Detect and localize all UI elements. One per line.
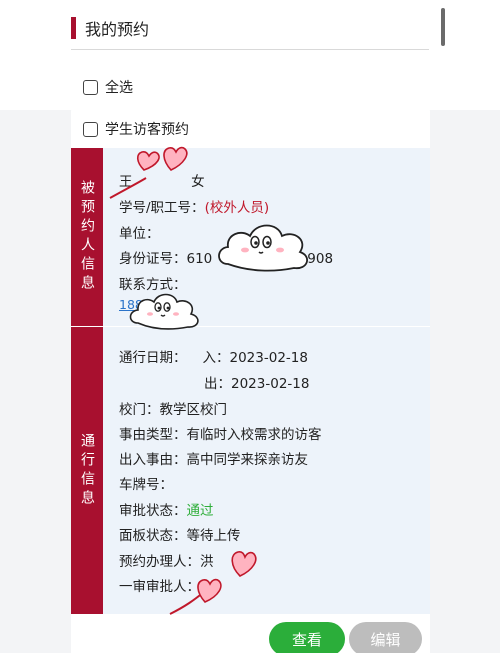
reservation-type-label: 学生访客预约 xyxy=(105,122,189,138)
page: 我的预约 全选 学生访客预约 被预约人信息 通行信息 王 女 学号/职工号：(校… xyxy=(0,0,500,653)
visitor-id-label: 学号/职工号： xyxy=(119,200,205,216)
cloud-face-sticker xyxy=(218,224,308,272)
pass-exit-row: 出：2023-02-18 xyxy=(204,372,309,392)
pass-reason-label: 出入事由： xyxy=(119,452,187,468)
visitor-unit-label: 单位： xyxy=(119,226,160,242)
pass-approval-status: 通过 xyxy=(186,503,214,519)
section-header: 我的预约 xyxy=(71,16,149,40)
select-all-label: 全选 xyxy=(105,80,133,96)
pass-panel-label: 面板状态： xyxy=(119,528,187,544)
pass-panel-value: 等待上传 xyxy=(186,528,241,544)
pass-exit-date: 2023-02-18 xyxy=(231,376,310,392)
page-title: 我的预约 xyxy=(85,20,150,39)
pass-gate-label: 校门： xyxy=(119,402,160,418)
visitor-unit-row: 单位： xyxy=(119,222,160,242)
card-select-row[interactable]: 学生访客预约 xyxy=(83,119,189,139)
visitor-idcard-prefix: 610 xyxy=(186,251,213,267)
divider xyxy=(71,49,429,50)
title-accent-bar xyxy=(71,17,76,39)
cloud-face-sticker xyxy=(129,293,199,330)
visitor-section-label: 被预约人信息 xyxy=(79,180,95,294)
pass-approval-row: 审批状态：通过 xyxy=(119,499,214,519)
visitor-idcard-label: 身份证号： xyxy=(119,251,187,267)
pass-reason-type-row: 事由类型：有临时入校需求的访客 xyxy=(119,423,322,443)
pass-section-label: 通行信息 xyxy=(79,432,95,509)
pass-section-tab: 通行信息 xyxy=(71,327,103,614)
pass-plate-label: 车牌号： xyxy=(119,477,173,493)
visitor-gender: 女 xyxy=(191,174,205,190)
pass-reason-value: 高中同学来探亲访友 xyxy=(186,452,309,468)
visitor-section-tab: 被预约人信息 xyxy=(71,148,103,326)
card-checkbox[interactable] xyxy=(83,121,98,137)
pass-exit-label: 出： xyxy=(204,376,231,392)
pass-panel-row: 面板状态：等待上传 xyxy=(119,524,241,544)
edit-button[interactable]: 编辑 xyxy=(349,622,422,653)
pass-entry-date: 2023-02-18 xyxy=(229,350,308,366)
pass-reason-type-value: 有临时入校需求的访客 xyxy=(186,427,322,443)
view-button[interactable]: 查看 xyxy=(269,622,345,653)
pass-gate-row: 校门：教学区校门 xyxy=(119,398,227,418)
scrollbar[interactable] xyxy=(441,8,445,46)
pass-reason-type-label: 事由类型： xyxy=(119,427,187,443)
pass-reason-row: 出入事由：高中同学来探亲访友 xyxy=(119,448,308,468)
pass-entry-row: 通行日期： 入：2023-02-18 xyxy=(119,346,308,366)
heart-sticker xyxy=(109,146,188,199)
pass-plate-row: 车牌号： xyxy=(119,473,173,493)
pass-approval-label: 审批状态： xyxy=(119,503,187,519)
pass-gate-value: 教学区校门 xyxy=(159,402,228,418)
pass-date-label: 通行日期： xyxy=(119,350,187,366)
section-divider xyxy=(71,326,430,327)
heart-sticker xyxy=(169,551,257,615)
select-all-row[interactable]: 全选 xyxy=(83,77,133,97)
pass-entry-label: 入： xyxy=(202,350,230,366)
select-all-checkbox[interactable] xyxy=(83,79,98,95)
